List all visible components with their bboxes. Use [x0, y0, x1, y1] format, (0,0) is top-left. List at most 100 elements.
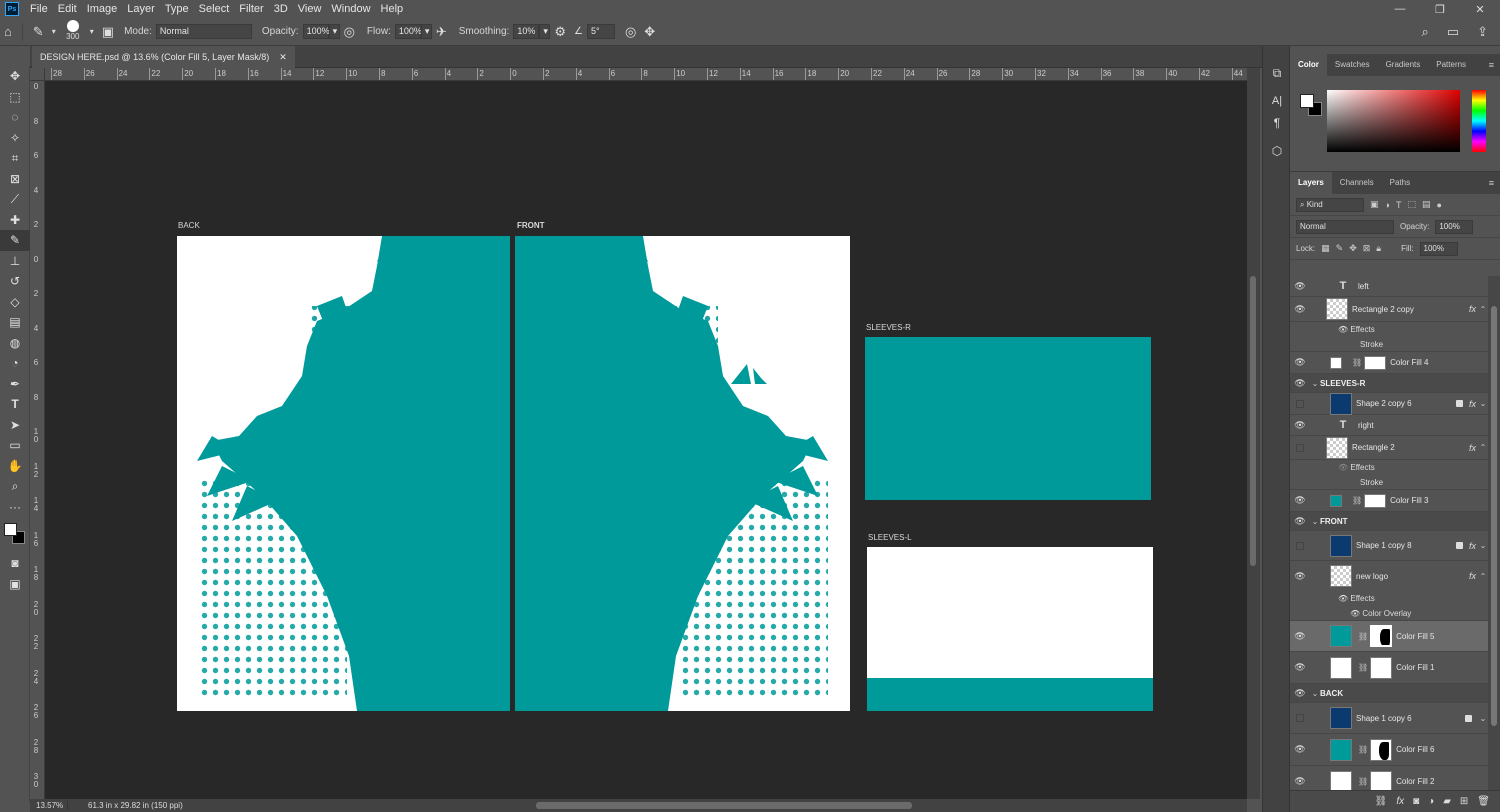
artboard-label-sleeves-r[interactable]: SLEEVES-R [866, 323, 911, 332]
fx-icon[interactable]: fx [1469, 571, 1476, 581]
visibility-eye-icon[interactable]: 👁︎ [1290, 357, 1310, 368]
effect-stroke-row[interactable]: Stroke [1290, 475, 1488, 490]
layer-opacity-input[interactable]: 100% [1435, 219, 1474, 234]
history-brush-tool-icon[interactable]: ↺ [0, 271, 30, 292]
layer-left[interactable]: 👁︎ T left [1290, 276, 1488, 297]
lock-position-icon[interactable]: ✥ [1349, 243, 1357, 254]
type-tool-icon[interactable]: T [0, 394, 30, 415]
layer-rectangle-2[interactable]: Rectangle 2 fx ⌃ [1290, 436, 1488, 460]
symmetry-icon[interactable]: ✥ [640, 24, 659, 40]
effects-row[interactable]: 👁︎ Effects [1290, 322, 1488, 337]
expand-effects-icon[interactable]: ⌃ [1478, 572, 1488, 581]
menu-view[interactable]: View [293, 0, 327, 18]
effects-row[interactable]: 👁︎ Effects [1290, 591, 1488, 606]
zoom-level[interactable]: 13.57% [30, 801, 68, 810]
foreground-color-swatch[interactable] [4, 523, 17, 536]
tab-paths[interactable]: Paths [1382, 172, 1418, 194]
trash-icon[interactable]: 🗑︎ [1477, 796, 1490, 807]
horizontal-ruler[interactable]: 28 26 24 22 20 18 16 14 12 10 8 6 4 2 0 2 4 6 8 10 12 14 16 18 2… [45, 68, 1247, 81]
visibility-eye-icon[interactable]: 👁︎ [1290, 688, 1310, 699]
pressure-size-icon[interactable]: ◎ [621, 24, 640, 40]
visibility-eye-icon[interactable]: 👁︎ [1290, 662, 1310, 673]
gradient-tool-icon[interactable]: ▤ [0, 312, 30, 333]
add-style-icon[interactable]: fx [1396, 796, 1404, 807]
visibility-toggle-hidden[interactable] [1290, 541, 1310, 550]
zoom-tool-icon[interactable]: ⌕ [0, 476, 30, 497]
brush-tool-icon[interactable]: ✎ [0, 230, 30, 251]
canvas-horizontal-scrollbar[interactable] [240, 799, 1247, 812]
expand-effects-icon[interactable]: ⌃ [1478, 443, 1488, 452]
filter-toggle-icon[interactable]: ● [1436, 200, 1441, 210]
layer-mask-thumbnail[interactable] [1370, 625, 1393, 647]
layer-new-logo[interactable]: 👁︎ new logo fx ⌃ [1290, 561, 1488, 591]
document-size[interactable]: 61.3 in x 29.82 in (150 ppi) [68, 801, 183, 810]
expand-effects-icon[interactable]: ⌄ [1478, 714, 1488, 723]
fx-icon[interactable]: fx [1469, 399, 1476, 409]
visibility-eye-icon[interactable]: 👁︎ [1290, 304, 1310, 315]
link-layers-icon[interactable]: ⛓︎ [1375, 796, 1388, 807]
visibility-eye-icon[interactable]: 👁︎ [1290, 631, 1310, 642]
close-window-button[interactable]: ✕ [1460, 0, 1500, 18]
character-panel-icon[interactable]: A| [1263, 90, 1291, 112]
lock-transparent-icon[interactable]: ▦ [1321, 243, 1330, 254]
path-selection-tool-icon[interactable]: ➤ [0, 415, 30, 436]
visibility-eye-icon[interactable]: 👁︎ [1290, 378, 1310, 389]
effect-eye-icon[interactable]: 👁︎ [1350, 609, 1362, 618]
flow-input[interactable]: 100% [394, 24, 422, 39]
smoothing-dropdown[interactable]: ▾ [539, 24, 551, 39]
move-tool-icon[interactable]: ✥ [0, 66, 30, 87]
flow-dropdown[interactable]: ▾ [420, 24, 432, 39]
expand-effects-icon[interactable]: ⌄ [1478, 541, 1488, 550]
tab-channels[interactable]: Channels [1332, 172, 1382, 194]
visibility-eye-icon[interactable]: 👁︎ [1290, 571, 1310, 582]
chevron-down-icon[interactable]: ▾ [48, 27, 60, 36]
quick-mask-icon[interactable]: ◙ [0, 553, 30, 574]
artboard-label-sleeves-l[interactable]: SLEEVES-L [868, 533, 912, 542]
lock-artboard-icon[interactable]: ⊠ [1363, 243, 1371, 254]
group-back[interactable]: 👁︎ ⌄ BACK [1290, 684, 1488, 703]
hue-slider[interactable] [1472, 90, 1486, 152]
close-tab-icon[interactable]: ✕ [279, 52, 287, 63]
link-icon[interactable]: ⛓︎ [1358, 745, 1368, 754]
tab-layers[interactable]: Layers [1290, 172, 1332, 194]
menu-type[interactable]: Type [160, 0, 194, 18]
fx-icon[interactable]: fx [1469, 304, 1476, 314]
lasso-tool-icon[interactable]: ◌ [0, 107, 30, 128]
visibility-eye-icon[interactable]: 👁︎ [1290, 776, 1310, 787]
adjustment-filter-icon[interactable]: ◑ [1385, 200, 1390, 210]
image-filter-icon[interactable]: ▣ [1370, 199, 1379, 210]
menu-3d[interactable]: 3D [269, 0, 293, 18]
paragraph-panel-icon[interactable]: ¶ [1263, 112, 1291, 134]
new-layer-icon[interactable]: ⊞ [1460, 796, 1468, 807]
artboard-back[interactable] [177, 236, 510, 711]
effect-color-overlay-row[interactable]: 👁︎ Color Overlay [1290, 606, 1488, 621]
effect-stroke-row[interactable]: Stroke [1290, 337, 1488, 352]
color-panel-foreground-swatch[interactable] [1300, 94, 1314, 108]
home-icon[interactable]: ⌂ [0, 24, 16, 39]
document-tab[interactable]: DESIGN HERE.psd @ 13.6% (Color Fill 5, L… [32, 46, 295, 68]
artboard-front[interactable] [515, 236, 850, 711]
rectangle-tool-icon[interactable]: ▭ [0, 435, 30, 456]
history-panel-icon[interactable]: ⧉ [1263, 62, 1291, 84]
artboard-label-front[interactable]: FRONT [517, 221, 545, 230]
dodge-tool-icon[interactable]: ◔ [0, 353, 30, 374]
expand-effects-icon[interactable]: ⌄ [1478, 399, 1488, 408]
opacity-input[interactable]: 100% [302, 24, 330, 39]
layer-color-fill-4[interactable]: 👁︎ ⛓︎ Color Fill 4 [1290, 352, 1488, 374]
link-icon[interactable]: ⛓︎ [1352, 358, 1362, 367]
mode-select[interactable]: Normal [155, 24, 252, 39]
horizontal-scroll-thumb[interactable] [536, 802, 912, 809]
visibility-toggle-hidden[interactable] [1290, 443, 1310, 452]
menu-window[interactable]: Window [326, 0, 375, 18]
visibility-eye-icon[interactable]: 👁︎ [1290, 281, 1310, 292]
filter-kind-select[interactable]: ⌕ Kind [1296, 197, 1364, 212]
menu-file[interactable]: File [25, 0, 53, 18]
layer-color-fill-3[interactable]: 👁︎ ⛓︎ Color Fill 3 [1290, 490, 1488, 512]
group-collapse-icon[interactable]: ⌄ [1310, 517, 1320, 526]
menu-select[interactable]: Select [194, 0, 235, 18]
brush-settings-icon[interactable]: ▣ [98, 24, 118, 40]
magic-wand-tool-icon[interactable]: ✧ [0, 128, 30, 149]
layers-scroll-thumb[interactable] [1491, 306, 1497, 726]
layer-shape-1-copy-6[interactable]: Shape 1 copy 6 ⌄ [1290, 703, 1488, 734]
artboard-sleeves-r[interactable] [865, 337, 1151, 500]
